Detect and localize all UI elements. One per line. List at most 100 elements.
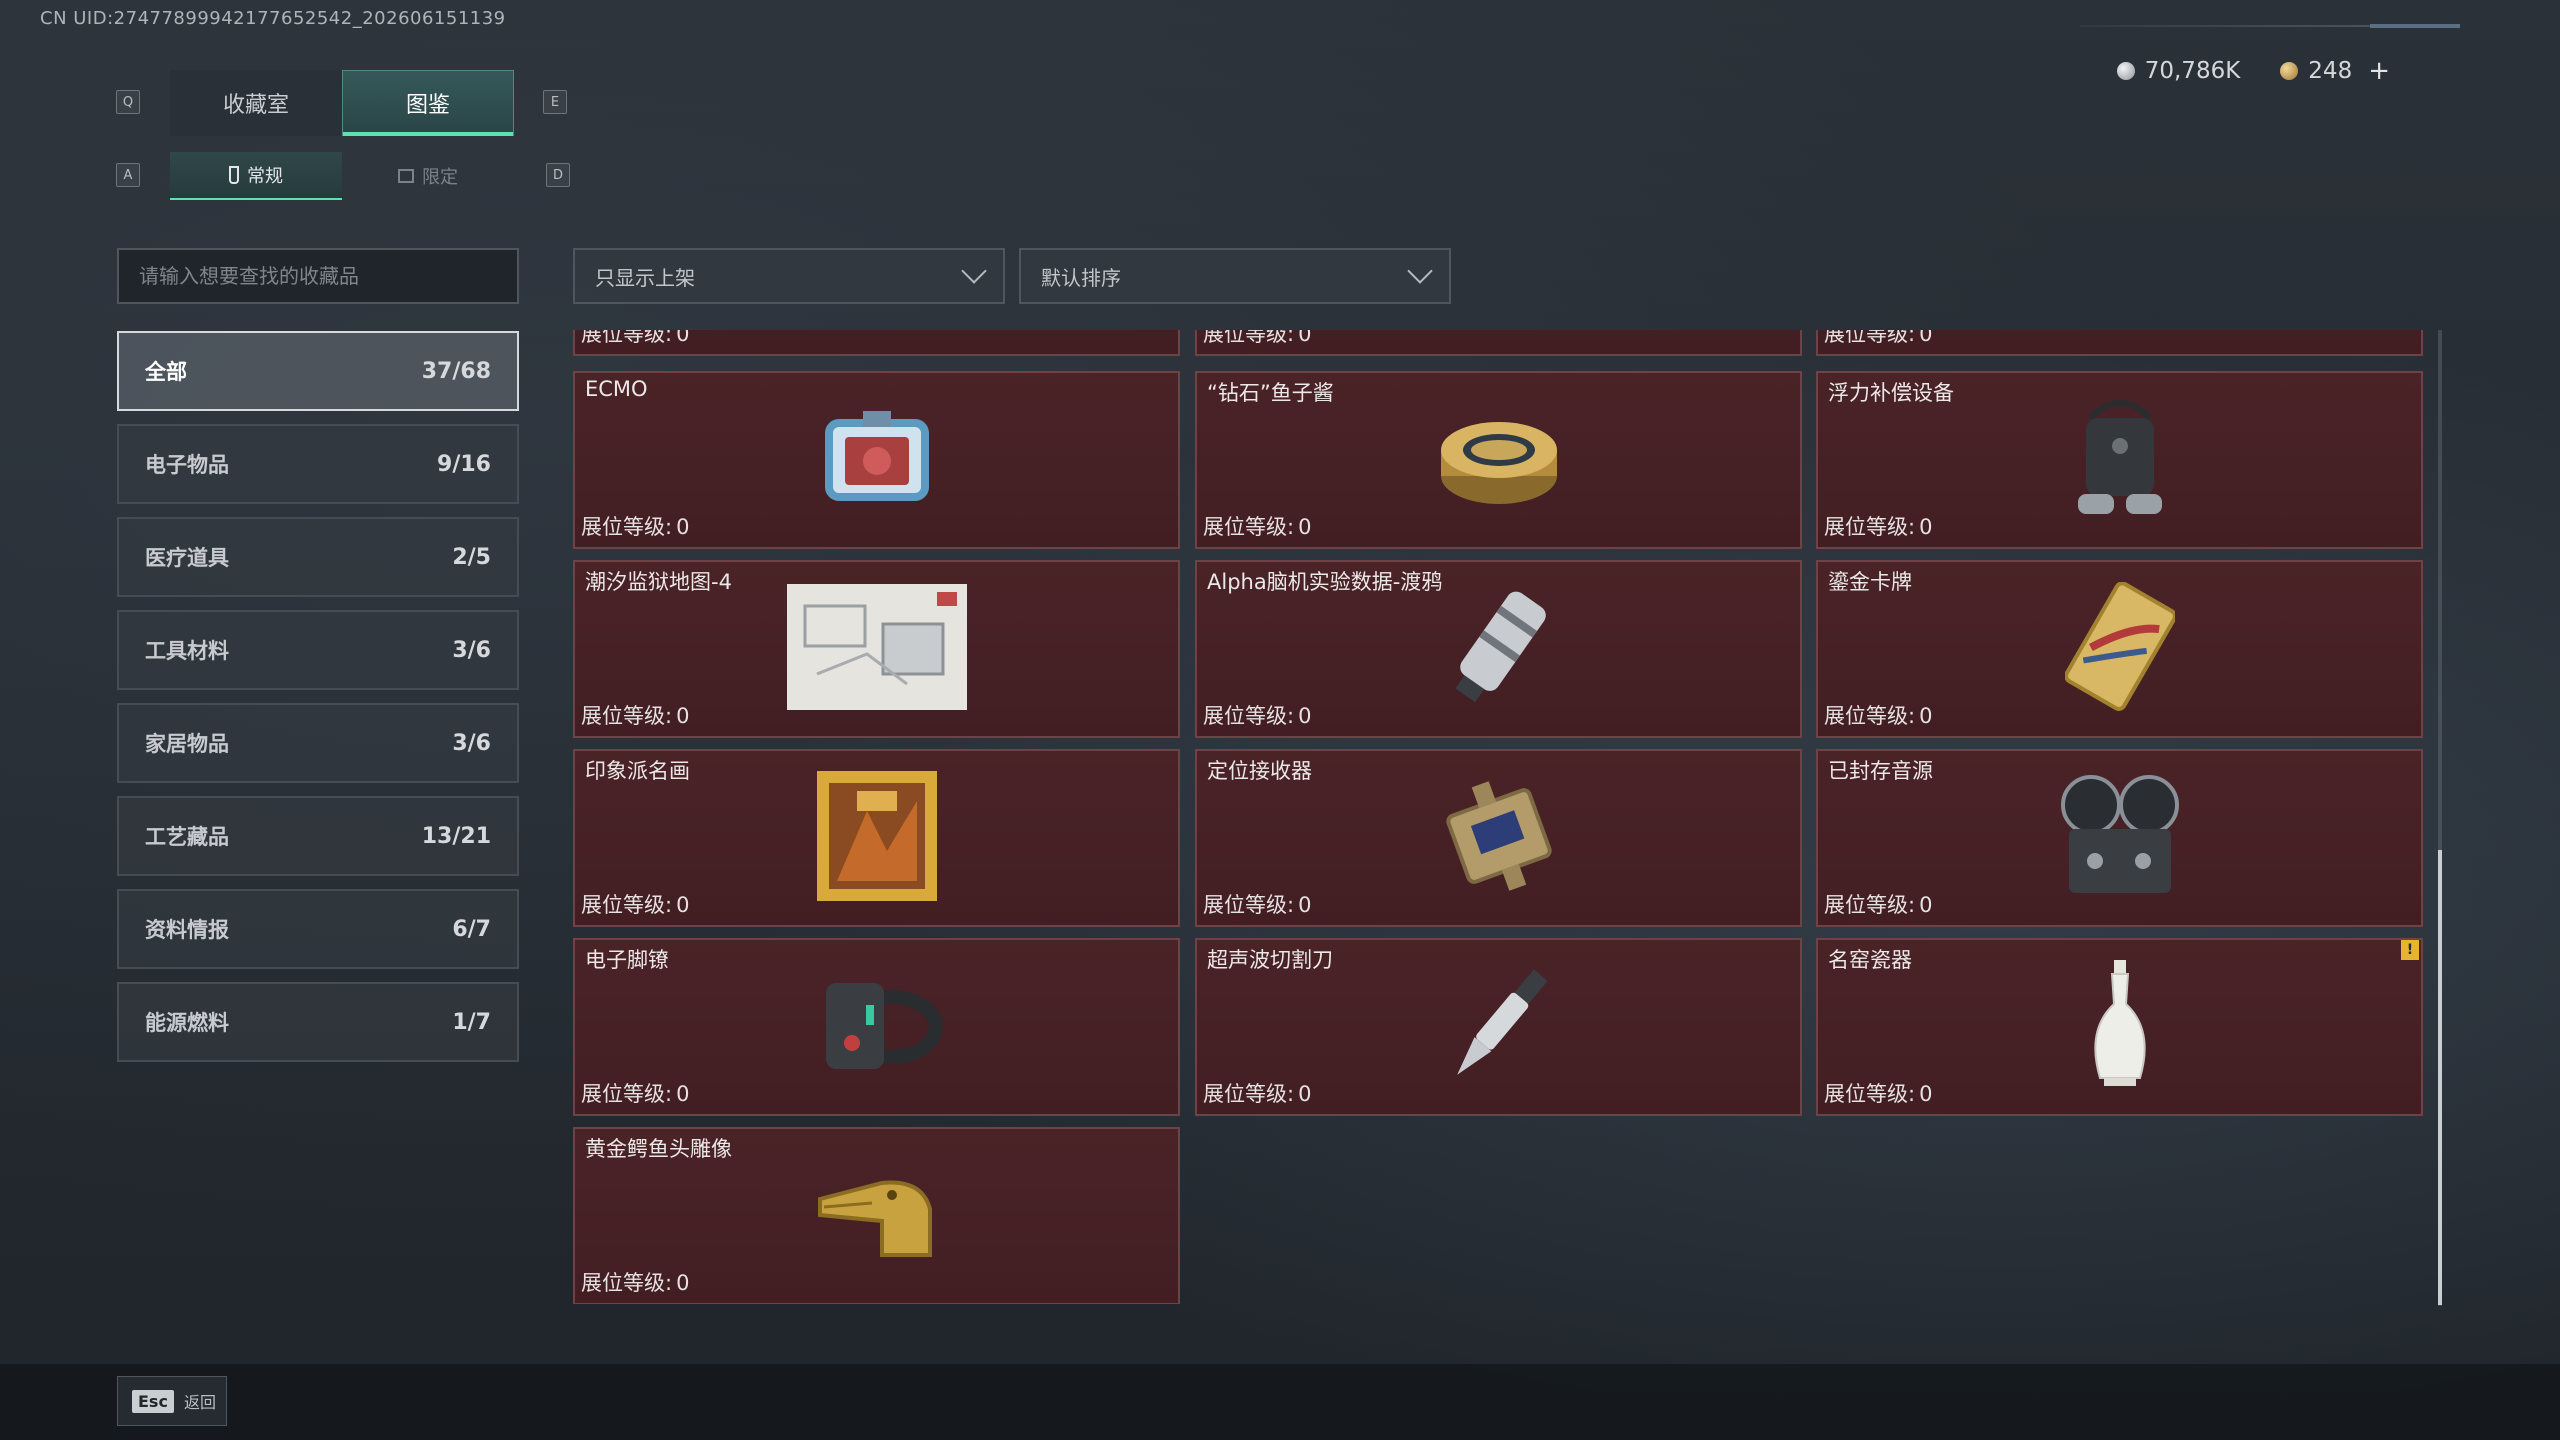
- category-label: 能源燃料: [145, 1011, 229, 1035]
- search-input[interactable]: [117, 248, 519, 304]
- level-label: 展位等级:: [1824, 515, 1916, 539]
- booth-level: 展位等级: 0: [1203, 511, 1311, 541]
- collection-card[interactable]: ECMO 展位等级: 0: [573, 371, 1180, 549]
- gold-coin-icon: [2280, 62, 2299, 80]
- level-value: 0: [1298, 1082, 1312, 1106]
- golden-crocodile-icon: [812, 1159, 942, 1273]
- tab-catalog[interactable]: 图鉴: [342, 70, 514, 136]
- level-label: 展位等级:: [581, 515, 673, 539]
- category-count: 3/6: [452, 730, 491, 756]
- category-household[interactable]: 家居物品 3/6: [117, 703, 519, 783]
- data-cylinder-icon: [1439, 582, 1559, 716]
- level-value: 0: [676, 1082, 690, 1106]
- locator-receiver-icon: [1434, 771, 1564, 905]
- item-name: 电子脚镣: [585, 948, 669, 972]
- buoyancy-device-icon: [2060, 388, 2180, 532]
- collection-card[interactable]: Alpha脑机实验数据-渡鸦 展位等级: 0: [1195, 560, 1802, 738]
- item-name: 潮汐监狱地图-4: [585, 570, 732, 594]
- collection-card[interactable]: 展位等级: 0: [1195, 330, 1802, 356]
- category-crafts[interactable]: 工艺藏品 13/21: [117, 796, 519, 876]
- item-name: 超声波切割刀: [1207, 948, 1333, 972]
- category-count: 6/7: [452, 916, 491, 942]
- item-name: Alpha脑机实验数据-渡鸦: [1207, 570, 1443, 594]
- collection-card[interactable]: 印象派名画 展位等级: 0: [573, 749, 1180, 927]
- grid-scrollbar[interactable]: [2438, 330, 2442, 1306]
- prison-map-icon: [786, 584, 967, 714]
- esc-key-hint: Esc: [132, 1389, 174, 1413]
- level-value: 0: [676, 1271, 690, 1295]
- collection-card[interactable]: 黄金鳄鱼头雕像 展位等级: 0: [573, 1127, 1180, 1304]
- collection-card[interactable]: “钻石”鱼子酱 展位等级: 0: [1195, 371, 1802, 549]
- booth-level: 展位等级: 0: [1203, 330, 1311, 348]
- collection-card[interactable]: 定位接收器 展位等级: 0: [1195, 749, 1802, 927]
- item-name: 浮力补偿设备: [1828, 381, 1954, 405]
- item-name: 已封存音源: [1828, 759, 1933, 783]
- silver-currency: 70,786K: [2116, 58, 2241, 84]
- booth-level: 展位等级: 0: [1824, 700, 1932, 730]
- level-value: 0: [1919, 893, 1933, 917]
- back-button[interactable]: Esc 返回: [117, 1376, 227, 1426]
- category-label: 医疗道具: [145, 546, 229, 570]
- tab-collection-room[interactable]: 收藏室: [170, 70, 342, 136]
- collection-card[interactable]: 电子脚镣 展位等级: 0: [573, 938, 1180, 1116]
- level-label: 展位等级:: [581, 704, 673, 728]
- bottom-bar: Esc 返回: [0, 1364, 2560, 1440]
- category-label: 工艺藏品: [145, 825, 229, 849]
- category-count: 2/5: [452, 544, 491, 570]
- collection-card[interactable]: 潮汐监狱地图-4 展位等级: 0: [573, 560, 1180, 738]
- ankle-monitor-icon: [812, 965, 943, 1089]
- category-electronics[interactable]: 电子物品 9/16: [117, 424, 519, 504]
- category-all[interactable]: 全部 37/68: [117, 331, 519, 411]
- subtab-regular[interactable]: 常规: [170, 152, 342, 200]
- level-label: 展位等级:: [581, 1271, 673, 1295]
- collection-card[interactable]: 已封存音源 展位等级: 0: [1816, 749, 2423, 927]
- category-medical[interactable]: 医疗道具 2/5: [117, 517, 519, 597]
- ultrasonic-knife-icon: [1444, 960, 1554, 1094]
- gold-amount: 248: [2308, 58, 2353, 84]
- framed-painting-icon: [816, 771, 937, 905]
- tab-label: 收藏室: [222, 93, 289, 118]
- collection-card[interactable]: ! 名窑瓷器 展位等级: 0: [1816, 938, 2423, 1116]
- collection-card[interactable]: 鎏金卡牌 展位等级: 0: [1816, 560, 2423, 738]
- subtab-label: 常规: [247, 166, 283, 187]
- image-icon: [398, 169, 414, 183]
- level-label: 展位等级:: [1203, 704, 1295, 728]
- back-label: 返回: [183, 1393, 216, 1412]
- category-count: 3/6: [452, 637, 491, 663]
- main-tabs: 收藏室 图鉴: [170, 70, 514, 136]
- category-tools[interactable]: 工具材料 3/6: [117, 610, 519, 690]
- shelf-filter-value: 只显示上架: [595, 265, 695, 290]
- booth-level: 展位等级: 0: [1824, 330, 1932, 348]
- sort-dropdown[interactable]: 默认排序: [1019, 248, 1451, 304]
- silver-amount: 70,786K: [2144, 58, 2241, 84]
- level-value: 0: [1919, 515, 1933, 539]
- collection-card[interactable]: 超声波切割刀 展位等级: 0: [1195, 938, 1802, 1116]
- shelf-filter-dropdown[interactable]: 只显示上架: [573, 248, 1005, 304]
- scrollbar-thumb[interactable]: [2438, 850, 2442, 1305]
- collection-card[interactable]: 浮力补偿设备 展位等级: 0: [1816, 371, 2423, 549]
- booth-level: 展位等级: 0: [1824, 889, 1932, 919]
- category-count: 9/16: [437, 451, 491, 477]
- item-name: 黄金鳄鱼头雕像: [585, 1137, 732, 1161]
- add-currency-button[interactable]: +: [2368, 56, 2390, 86]
- booth-level: 展位等级: 0: [1824, 1078, 1932, 1108]
- level-value: 0: [1298, 515, 1312, 539]
- warning-badge: !: [2401, 940, 2419, 960]
- level-label: 展位等级:: [581, 1082, 673, 1106]
- level-value: 0: [1919, 704, 1933, 728]
- category-label: 工具材料: [145, 639, 229, 663]
- category-energy[interactable]: 能源燃料 1/7: [117, 982, 519, 1062]
- category-intel[interactable]: 资料情报 6/7: [117, 889, 519, 969]
- chevron-down-icon: [1407, 258, 1433, 284]
- collection-card[interactable]: 展位等级: 0: [573, 330, 1180, 356]
- subtab-limited[interactable]: 限定: [342, 152, 514, 200]
- item-name: ECMO: [585, 377, 648, 401]
- collection-card[interactable]: 展位等级: 0: [1816, 330, 2423, 356]
- level-value: 0: [1919, 330, 1933, 346]
- category-list: 全部 37/68 电子物品 9/16 医疗道具 2/5 工具材料 3/6 家居物品 3/6…: [117, 331, 519, 1075]
- key-hint-a: A: [116, 163, 140, 187]
- sub-tabs: 常规 限定: [170, 152, 514, 200]
- booth-level: 展位等级: 0: [581, 889, 689, 919]
- item-name: 名窑瓷器: [1828, 948, 1912, 972]
- category-label: 全部: [145, 360, 187, 384]
